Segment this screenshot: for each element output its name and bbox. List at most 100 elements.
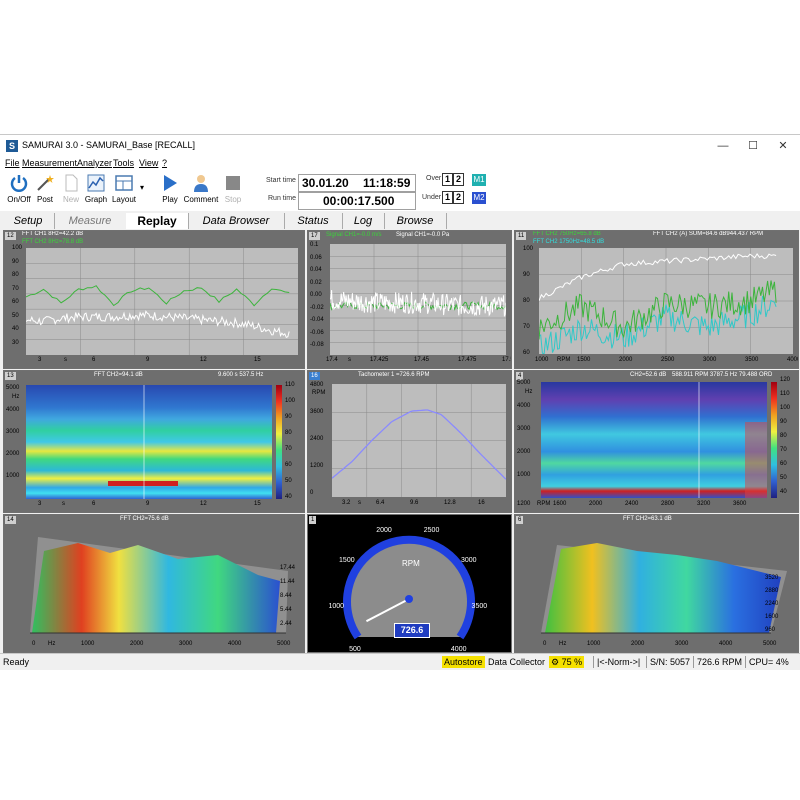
- tab-status[interactable]: Status: [284, 213, 343, 229]
- scale-tick-label: 50: [780, 475, 787, 481]
- x-tick-label: 12: [200, 501, 207, 507]
- x-tick-label: 17.475: [458, 357, 477, 363]
- x-tick-label: 17.4: [326, 357, 338, 363]
- menu-view[interactable]: View: [139, 158, 158, 168]
- minimize-button[interactable]: —: [712, 138, 734, 154]
- y-tick-label: 3600: [310, 409, 324, 415]
- play-button[interactable]: Play: [157, 173, 183, 209]
- x-tick-label: 2500: [661, 357, 675, 363]
- stop-button[interactable]: Stop: [220, 173, 246, 209]
- y-tick-label: 1200: [310, 463, 324, 469]
- under-2-box[interactable]: 2: [453, 191, 464, 204]
- y-tick-label: 60: [12, 299, 19, 305]
- tab-setup[interactable]: Setup: [2, 213, 55, 229]
- y-tick-label: 70: [12, 285, 19, 292]
- menu-measurement[interactable]: Measurement: [22, 158, 77, 168]
- layout-button[interactable]: Layout: [111, 173, 137, 209]
- y-tick-label: 1000: [517, 472, 531, 478]
- start-time-label: Start time: [266, 177, 296, 184]
- menu-tools[interactable]: Tools: [113, 158, 134, 168]
- tachometer-plot: [332, 384, 506, 497]
- panel-rpm-plot[interactable]: 11 FFT CH2 750Hz=65.8 dB FFT CH2 1750Hz=…: [514, 230, 799, 369]
- graph-icon: [87, 174, 105, 192]
- x-tick-label: 3600: [733, 501, 747, 507]
- y-tick-label: 5000: [517, 380, 531, 386]
- tab-bar: Setup Measure Replay Data Browser Status…: [0, 211, 800, 229]
- menu-file[interactable]: File: [5, 158, 20, 168]
- gauge-tick-label: 2000: [376, 527, 392, 535]
- x-tick-label: 15: [254, 501, 261, 507]
- panel-number: 11: [516, 232, 527, 240]
- x-tick-label: 3.2: [342, 500, 351, 506]
- x-tick-label: 9.6: [410, 500, 419, 506]
- over-2-box[interactable]: 2: [453, 173, 464, 186]
- z-tick-label: 11.44: [280, 579, 295, 585]
- gauge-tick-label: 1500: [339, 556, 355, 564]
- z-tick-label: 2240: [765, 601, 779, 607]
- comment-button[interactable]: Comment: [184, 173, 218, 209]
- status-ready: Ready: [3, 657, 30, 667]
- z-tick-label: 1600: [765, 614, 779, 620]
- scale-tick-label: 110: [285, 382, 295, 388]
- x-tick-label: 2000: [631, 641, 645, 647]
- panel-fft-time[interactable]: 12 FFT CH1 8Hz=42.2 dB FFT CH2 8Hz=78.8 …: [3, 230, 305, 369]
- y-tick-label: -0.06: [310, 329, 324, 336]
- x-tick-label: 17.45: [414, 357, 430, 363]
- color-scale-bar: [771, 382, 777, 498]
- panel-waterfall-1[interactable]: 14 FFT CH2=75.6 dB 0 1000 2000 3000 4000 5000…: [3, 514, 305, 653]
- new-document-icon: [65, 174, 78, 192]
- scale-tick-label: 70: [780, 447, 787, 453]
- x-tick-label: 6: [92, 357, 96, 363]
- tab-replay[interactable]: Replay: [126, 213, 189, 229]
- maximize-button[interactable]: ☐: [742, 138, 764, 154]
- tab-browse[interactable]: Browse: [384, 213, 447, 229]
- marker-m1-button[interactable]: M1: [472, 174, 486, 186]
- z-tick-label: 960: [765, 627, 776, 633]
- x-tick-label: 2000: [619, 357, 633, 363]
- panel-title: CH2=52.6 dB: [630, 372, 667, 378]
- menu-bar: File Measurement Analyzer Tools View ?: [0, 157, 800, 171]
- panel-signal[interactable]: 17 Signal CH1=-0.0 m/s Signal CH1=-0.0 P…: [307, 230, 512, 369]
- y-tick-label: 50: [12, 312, 19, 319]
- app-logo-icon: S: [6, 140, 18, 152]
- panel-number: 14: [5, 516, 16, 524]
- color-scale-bar: [276, 385, 282, 499]
- panel-legend-ch2: Signal CH1=-0.0 Pa: [396, 232, 450, 238]
- close-button[interactable]: ✕: [772, 138, 794, 154]
- marker-m2-button[interactable]: M2: [472, 192, 486, 204]
- start-date: 30.01.20: [302, 176, 349, 190]
- panel-rpm-spectrogram[interactable]: 4 CH2=52.6 dB 588.911 RPM 3787.5 Hz 79.4…: [514, 370, 799, 513]
- panel-tachometer[interactable]: 16 Tachometer 1 =726.6 RPM 4800 3600 2400 1…: [307, 370, 512, 513]
- tab-data-browser[interactable]: Data Browser: [188, 213, 285, 229]
- gauge-tick-label: 2500: [423, 527, 440, 535]
- spectrogram-image: [26, 385, 272, 499]
- play-icon: [164, 175, 177, 191]
- status-autostore[interactable]: Autostore: [442, 656, 485, 668]
- y-tick-label: 0.02: [310, 279, 322, 286]
- scale-tick-label: 80: [780, 433, 787, 439]
- y-tick-label: 3000: [517, 426, 531, 432]
- over-1-box[interactable]: 1: [442, 173, 453, 186]
- panel-number: 4: [516, 372, 524, 380]
- run-time-label: Run time: [268, 195, 297, 202]
- y-tick-label: 40: [12, 326, 19, 332]
- menu-help[interactable]: ?: [162, 158, 167, 168]
- gauge-tick-label: 500: [349, 645, 361, 653]
- panel-legend-750: FFT CH2 750Hz=65.8 dB: [533, 231, 601, 237]
- status-serial: S/N: 5057: [646, 656, 690, 668]
- panel-title: FFT CH2=94.1 dB: [94, 372, 143, 378]
- panel-rpm-gauge[interactable]: 1 RPM 726.6 500 1000 1500 2000 2500 3000 3500 4…: [307, 514, 512, 653]
- panel-number: 17: [309, 232, 320, 240]
- under-1-box[interactable]: 1: [442, 191, 453, 204]
- x-tick-label: 5000: [277, 641, 291, 647]
- panel-spectrogram[interactable]: 13 FFT CH2=94.1 dB 9.600 s 537.5 Hz 5000…: [3, 370, 305, 513]
- panel-waterfall-2[interactable]: 6 FFT CH2=63.1 dB 0 1000 2000 3000 4000 5000 H…: [514, 514, 799, 653]
- tab-log[interactable]: Log: [342, 213, 385, 229]
- tab-measure[interactable]: Measure: [54, 213, 127, 229]
- y-tick-label: 0.1: [310, 242, 319, 248]
- y-unit-label: Hz: [12, 394, 20, 400]
- layout-dropdown-icon[interactable]: ▾: [140, 183, 144, 192]
- menu-analyzer[interactable]: Analyzer: [77, 158, 112, 168]
- x-tick-label: 3000: [675, 641, 689, 647]
- title-bar: S SAMURAI 3.0 - SAMURAI_Base [RECALL] — …: [0, 135, 800, 157]
